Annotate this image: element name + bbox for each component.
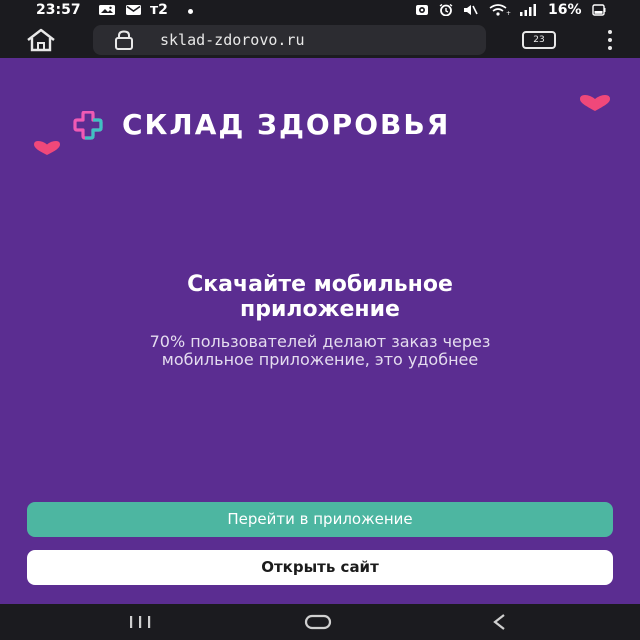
- open-site-button[interactable]: Открыть сайт: [27, 550, 613, 585]
- promo-page: СКЛАД ЗДОРОВЬЯ Скачайте мобильное прилож…: [0, 58, 640, 604]
- alarm-icon: [416, 5, 428, 15]
- carrier-label: т2: [150, 2, 168, 18]
- battery-percent: 16%: [548, 2, 582, 18]
- tabs-icon[interactable]: 23: [522, 31, 556, 49]
- page-subtitle: 70% пользователей делают заказ через моб…: [149, 332, 491, 369]
- brand-logo: СКЛАД ЗДОРОВЬЯ: [70, 108, 560, 144]
- clock-icon: [439, 4, 453, 16]
- tab-count: 23: [533, 35, 545, 45]
- gallery-icon: [99, 5, 115, 15]
- status-time: 23:57: [36, 2, 81, 18]
- mute-icon: [464, 5, 478, 15]
- home-circle-icon[interactable]: [304, 614, 332, 630]
- home-icon[interactable]: [24, 28, 58, 52]
- system-nav-bar: [0, 604, 640, 640]
- back-icon[interactable]: [490, 612, 508, 632]
- wifi-icon: +: [489, 4, 511, 16]
- status-bar: 23:57 т2 + 16%: [0, 0, 640, 22]
- open-app-button[interactable]: Перейти в приложение: [27, 502, 613, 537]
- medical-plus-icon: [73, 111, 103, 140]
- browser-toolbar: sklad-zdorovo.ru 23: [0, 22, 640, 58]
- address-bar[interactable]: sklad-zdorovo.ru: [93, 25, 486, 55]
- battery-icon: [592, 4, 606, 16]
- lock-icon[interactable]: [113, 30, 135, 50]
- heart-icon: [580, 95, 610, 111]
- notification-dot-icon: [188, 9, 193, 14]
- recents-icon[interactable]: [126, 614, 154, 630]
- mail-icon: [126, 5, 141, 15]
- svg-text:+: +: [506, 10, 511, 16]
- page-title: Скачайте мобильное приложение: [187, 272, 453, 322]
- brand-name: СКЛАД ЗДОРОВЬЯ: [122, 108, 451, 141]
- signal-icon: [520, 4, 536, 16]
- heart-icon: [34, 141, 60, 155]
- menu-icon[interactable]: [600, 28, 620, 52]
- url-text[interactable]: sklad-zdorovo.ru: [160, 31, 305, 49]
